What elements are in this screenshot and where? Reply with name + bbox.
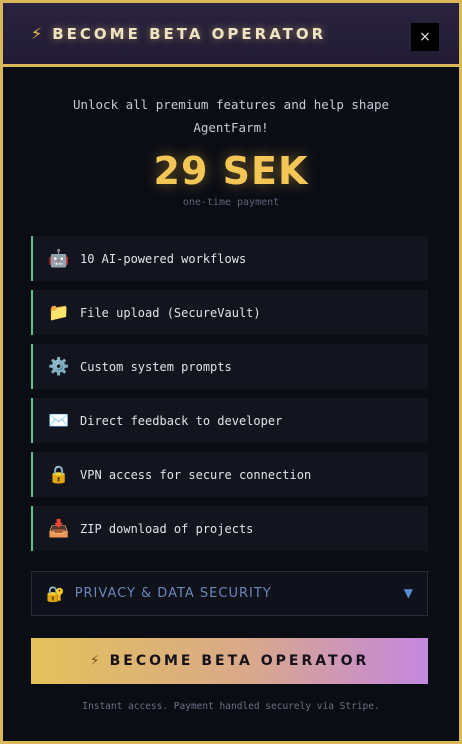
feature-label: Direct feedback to developer — [80, 413, 283, 428]
privacy-label: PRIVACY & DATA SECURITY — [74, 586, 272, 601]
inbox-tray-icon: 📥 — [48, 518, 70, 539]
feature-label: Custom system prompts — [80, 359, 232, 374]
close-button[interactable]: × — [411, 23, 439, 51]
lock-icon: 🔒 — [48, 464, 70, 485]
lightning-icon: ⚡ — [89, 653, 100, 669]
folder-icon: 📁 — [48, 302, 70, 323]
feature-label: ZIP download of projects — [80, 521, 254, 536]
intro-text: Unlock all premium features and help sha… — [72, 97, 390, 135]
gear-icon: ⚙️ — [48, 356, 70, 377]
envelope-icon: ✉️ — [48, 410, 70, 431]
chevron-down-icon: ▼ — [403, 586, 413, 600]
payment-footnote: Instant access. Payment handled securely… — [82, 701, 380, 712]
feature-label: 10 AI-powered workflows — [80, 251, 247, 266]
feature-list: 🤖 10 AI-powered workflows 📁 File upload … — [31, 236, 428, 560]
feature-label: VPN access for secure connection — [80, 467, 312, 482]
feature-item: 📁 File upload (SecureVault) — [31, 290, 428, 335]
privacy-accordion-toggle[interactable]: 🔐 PRIVACY & DATA SECURITY ▼ — [31, 571, 428, 616]
beta-operator-modal: ⚡ BECOME BETA OPERATOR × Unlock all prem… — [0, 0, 462, 744]
price-note: one-time payment — [182, 197, 280, 208]
lock-with-key-icon: 🔐 — [46, 584, 65, 603]
feature-label: File upload (SecureVault) — [80, 305, 261, 320]
modal-title: BECOME BETA OPERATOR — [52, 24, 327, 43]
cta-label: BECOME BETA OPERATOR — [109, 653, 370, 669]
feature-item: ✉️ Direct feedback to developer — [31, 398, 428, 443]
price-amount: 29 SEK — [153, 149, 309, 193]
feature-item: ⚙️ Custom system prompts — [31, 344, 428, 389]
feature-item: 🔒 VPN access for secure connection — [31, 452, 428, 497]
feature-item: 🤖 10 AI-powered workflows — [31, 236, 428, 281]
modal-header: ⚡ BECOME BETA OPERATOR × — [3, 3, 459, 67]
feature-item: 📥 ZIP download of projects — [31, 506, 428, 551]
close-icon: × — [419, 29, 431, 45]
lightning-icon: ⚡ — [31, 24, 43, 43]
become-beta-operator-button[interactable]: ⚡ BECOME BETA OPERATOR — [31, 638, 428, 684]
robot-icon: 🤖 — [48, 248, 70, 269]
